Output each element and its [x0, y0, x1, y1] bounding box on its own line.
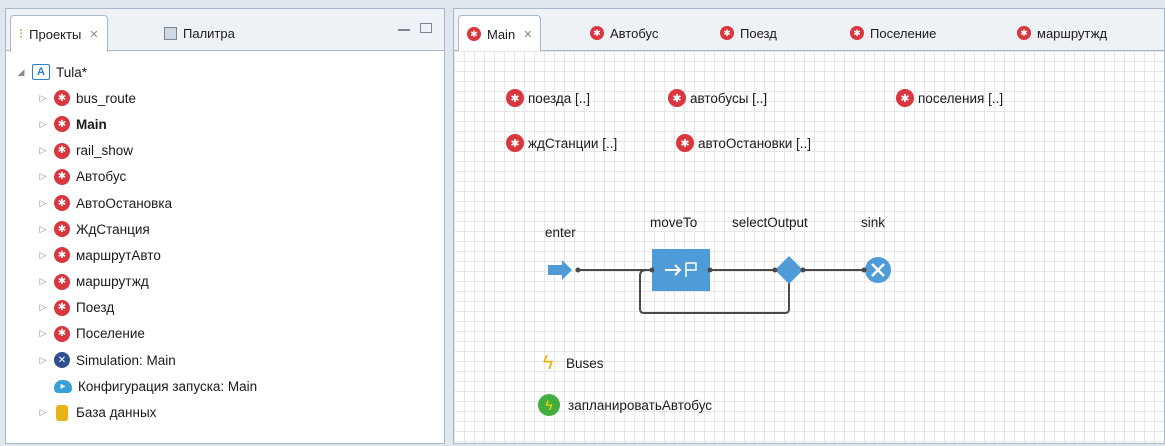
- tab-projects[interactable]: ⁝ Проекты ✕: [10, 15, 108, 52]
- tab-projects-label: Проекты: [29, 26, 82, 42]
- editor-tabbar: ✱ Main ✕ ✱ Автобус ✱ Поезд ✱ Поселение ✱…: [454, 9, 1164, 52]
- minimize-icon[interactable]: [398, 25, 410, 31]
- tab-bus[interactable]: ✱ Автобус: [582, 15, 666, 51]
- projects-tabbar: ⁝ Проекты ✕ Палитра: [6, 9, 444, 52]
- tree-item-label: маршрутАвто: [76, 247, 161, 263]
- process-flowchart: [548, 249, 892, 314]
- tree-item-agent-type[interactable]: ▷ ✱ ЖдСтанция: [6, 216, 444, 242]
- tab-main-label: Main: [487, 26, 516, 42]
- event-label: Buses: [566, 355, 604, 371]
- graphical-editor-canvas[interactable]: ✱ поезда [..] ✱ автобусы [..] ✱ поселени…: [454, 51, 1164, 443]
- collapsed-arrow-icon[interactable]: ▷: [36, 276, 50, 287]
- tree-item-label: Simulation: Main: [76, 352, 176, 368]
- agent-type-icon: ✱: [54, 195, 70, 212]
- tab-palette-label: Палитра: [183, 25, 235, 41]
- tab-settlement[interactable]: ✱ Поселение: [842, 15, 944, 51]
- event-item[interactable]: ϟ запланироватьАвтобус: [538, 394, 712, 416]
- agent-type-icon: ✱: [590, 26, 604, 40]
- moveto-block[interactable]: [649, 249, 713, 291]
- collapsed-arrow-icon[interactable]: ▷: [36, 224, 50, 235]
- tree-item-label: Main: [76, 116, 107, 132]
- tree-item-label: АвтоОстановка: [76, 195, 173, 211]
- palette-icon: [164, 26, 177, 40]
- maximize-icon[interactable]: [420, 23, 432, 33]
- agent-type-icon: ✱: [54, 247, 70, 264]
- tab-train[interactable]: ✱ Поезд: [712, 15, 785, 51]
- collapsed-arrow-icon[interactable]: ▷: [36, 93, 50, 104]
- tree-item-simulation[interactable]: ▷ ✕ Simulation: Main: [6, 347, 444, 373]
- expanded-arrow-icon[interactable]: ◢: [14, 67, 28, 78]
- tree-item-agent-type[interactable]: ▷ ✱ маршрутАвто: [6, 242, 444, 268]
- editor-panel: ✱ Main ✕ ✱ Автобус ✱ Поезд ✱ Поселение ✱…: [453, 8, 1165, 444]
- project-tree: ◢ A Tula* ▷ ✱ bus_route ▷ ✱ Main ▷ ✱ rai…: [6, 51, 444, 426]
- tree-item-label: Конфигурация запуска: Main: [78, 378, 258, 394]
- agent-type-icon: ✱: [1017, 26, 1031, 40]
- tab-bus-label: Автобус: [610, 25, 659, 41]
- collapsed-arrow-icon[interactable]: ▷: [36, 145, 50, 156]
- close-icon[interactable]: ✕: [523, 28, 532, 41]
- tree-item-label: rail_show: [76, 143, 134, 159]
- agent-type-icon: ✱: [850, 26, 864, 40]
- selectoutput-block[interactable]: [772, 256, 806, 284]
- collapsed-arrow-icon[interactable]: ▷: [36, 171, 50, 182]
- tree-item-label: База данных: [76, 405, 157, 421]
- tree-item-agent-type[interactable]: ▷ ✱ Main: [6, 111, 444, 137]
- close-icon[interactable]: ✕: [89, 28, 98, 41]
- tree-item-agent-type[interactable]: ▷ ✱ Поезд: [6, 295, 444, 321]
- agent-type-icon: ✱: [54, 168, 70, 185]
- database-icon: [56, 404, 68, 421]
- tree-item-agent-type[interactable]: ▷ ✱ bus_route: [6, 85, 444, 111]
- tab-rail-route-label: маршрутжд: [1037, 25, 1108, 41]
- collapsed-arrow-icon[interactable]: ▷: [36, 328, 50, 339]
- agent-type-icon: ✱: [54, 221, 70, 238]
- agent-type-icon: ✱: [467, 27, 481, 41]
- agent-type-icon: ✱: [54, 90, 70, 107]
- agent-type-icon: ✱: [54, 299, 70, 316]
- cloud-icon: ▸: [54, 379, 72, 393]
- tab-rail-route[interactable]: ✱ маршрутжд: [1009, 15, 1115, 51]
- tree-item-label: маршрутжд: [76, 274, 149, 290]
- event-label: запланироватьАвтобус: [568, 397, 713, 413]
- collapsed-arrow-icon[interactable]: ▷: [36, 198, 50, 209]
- tab-palette[interactable]: Палитра: [156, 15, 243, 51]
- tree-item-agent-type[interactable]: ▷ ✱ Автобус: [6, 164, 444, 190]
- tree-item-run-configuration[interactable]: ▸ Конфигурация запуска: Main: [6, 373, 444, 399]
- tree-item-label: Поезд: [76, 300, 115, 316]
- projects-panel: ⁝ Проекты ✕ Палитра ◢ A Tula* ▷ ✱ bus_ro…: [5, 8, 445, 444]
- projects-icon: ⁝: [19, 26, 24, 41]
- tree-item-model[interactable]: ◢ A Tula*: [6, 59, 444, 85]
- agent-type-icon: ✱: [720, 26, 734, 40]
- tree-item-label: ЖдСтанция: [76, 221, 150, 237]
- collapsed-arrow-icon[interactable]: ▷: [36, 355, 50, 366]
- tree-item-agent-type[interactable]: ▷ ✱ маршрутжд: [6, 269, 444, 295]
- enter-block[interactable]: [548, 260, 581, 280]
- tree-item-agent-type[interactable]: ▷ ✱ Поселение: [6, 321, 444, 347]
- collapsed-arrow-icon[interactable]: ▷: [36, 119, 50, 130]
- collapsed-arrow-icon[interactable]: ▷: [36, 250, 50, 261]
- tree-item-label: bus_route: [76, 90, 137, 106]
- sink-block[interactable]: [861, 257, 892, 283]
- tab-settlement-label: Поселение: [870, 25, 937, 41]
- event-item[interactable]: ϟ Buses: [538, 352, 604, 374]
- tree-item-agent-type[interactable]: ▷ ✱ rail_show: [6, 138, 444, 164]
- tab-train-label: Поезд: [740, 25, 777, 41]
- agent-type-icon: ✱: [54, 142, 70, 159]
- tree-item-label: Tula*: [56, 64, 88, 80]
- tree-item-agent-type[interactable]: ▷ ✱ АвтоОстановка: [6, 190, 444, 216]
- agent-type-icon: ✱: [54, 273, 70, 290]
- agent-type-icon: ✱: [54, 325, 70, 342]
- tree-item-label: Автобус: [76, 169, 127, 185]
- model-icon: A: [32, 64, 50, 81]
- tree-item-database[interactable]: ▷ База данных: [6, 399, 444, 425]
- tree-item-label: Поселение: [76, 326, 145, 342]
- event-icon: ϟ: [542, 352, 554, 374]
- simulation-icon: ✕: [54, 352, 70, 369]
- tab-main[interactable]: ✱ Main ✕: [458, 15, 542, 52]
- collapsed-arrow-icon[interactable]: ▷: [36, 302, 50, 313]
- dynamic-event-icon: ϟ: [538, 394, 560, 416]
- agent-type-icon: ✱: [54, 116, 70, 133]
- collapsed-arrow-icon[interactable]: ▷: [36, 407, 50, 418]
